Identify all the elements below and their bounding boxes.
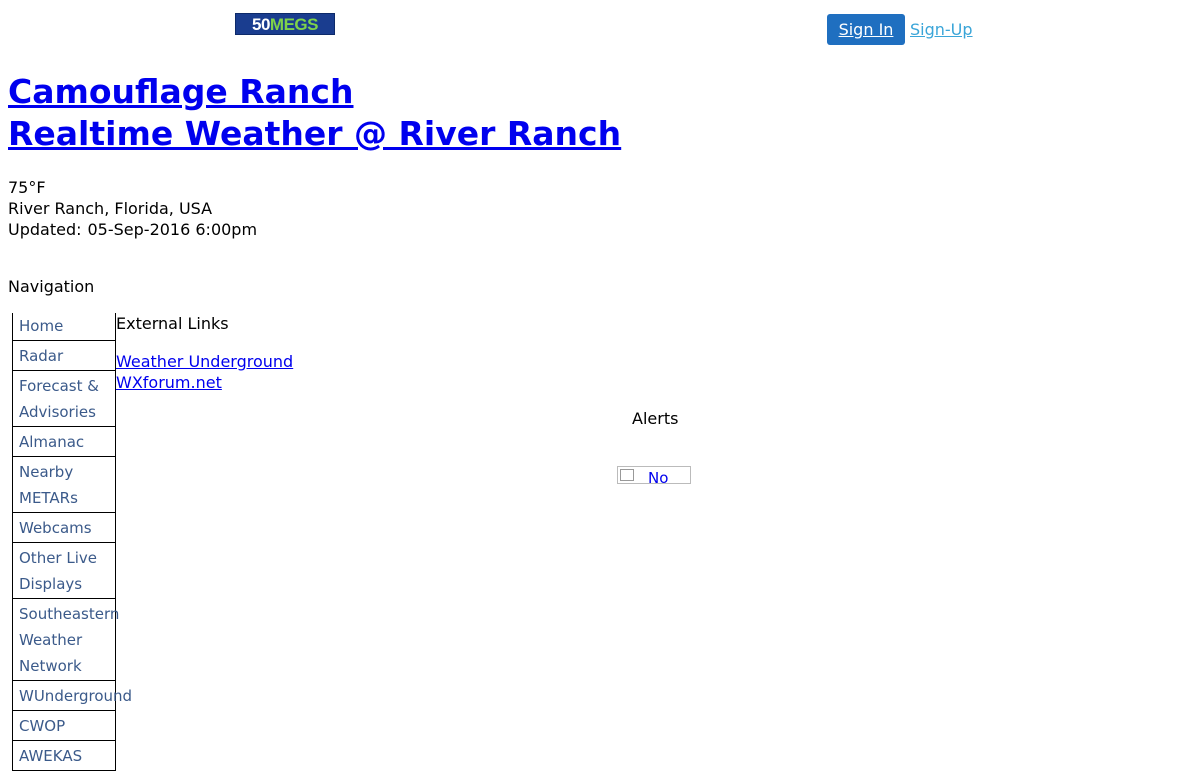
broken-image-icon bbox=[620, 469, 634, 481]
external-links-list: Weather Underground WXforum.net bbox=[116, 351, 293, 393]
navigation-menu: Home Radar Forecast & Advisories Almanac… bbox=[12, 313, 132, 771]
alerts-image-alt-text: No bbox=[648, 469, 669, 484]
nav-item-forecast[interactable]: Forecast & Advisories bbox=[13, 371, 116, 427]
nav-item-forecast-label: Forecast & Advisories bbox=[19, 377, 99, 421]
updated-value: 05-Sep-2016 6:00pm bbox=[87, 220, 258, 239]
current-conditions: 75°F River Ranch, Florida, USA Updated: 0… bbox=[8, 177, 257, 240]
updated-line: Updated: 05-Sep-2016 6:00pm bbox=[8, 219, 257, 240]
nav-item-sewn-label: Southeastern Weather Network bbox=[19, 605, 120, 675]
nav-item-awekas[interactable]: AWEKAS bbox=[13, 741, 116, 771]
nav-item-metars[interactable]: Nearby METARs bbox=[13, 457, 116, 513]
nav-item-home[interactable]: Home bbox=[13, 313, 116, 341]
nav-item-almanac[interactable]: Almanac bbox=[13, 427, 116, 457]
link-weather-underground[interactable]: Weather Underground bbox=[116, 351, 293, 372]
logo-number: 50 bbox=[252, 14, 270, 34]
nav-item-webcams[interactable]: Webcams bbox=[13, 513, 116, 543]
nav-item-radar[interactable]: Radar bbox=[13, 341, 116, 371]
alerts-broken-image[interactable]: No bbox=[617, 466, 691, 484]
page-title: Camouflage Ranch Realtime Weather @ Rive… bbox=[8, 71, 621, 155]
navigation-heading: Navigation bbox=[8, 277, 95, 296]
nav-item-cwop[interactable]: CWOP bbox=[13, 711, 116, 741]
nav-item-wunderground[interactable]: WUnderground bbox=[13, 681, 132, 711]
external-links-heading: External Links bbox=[116, 314, 229, 333]
logo-word: MEGS bbox=[269, 14, 319, 34]
link-wxforum[interactable]: WXforum.net bbox=[116, 372, 293, 393]
nav-item-other-live[interactable]: Other Live Displays bbox=[13, 543, 116, 599]
50megs-logo[interactable]: 50 MEGS bbox=[235, 13, 335, 35]
nav-item-sewn[interactable]: Southeastern Weather Network bbox=[13, 599, 120, 681]
title-link-ranch[interactable]: Camouflage Ranch bbox=[8, 71, 621, 113]
temperature-value: 75°F bbox=[8, 178, 46, 197]
updated-label: Updated: bbox=[8, 220, 82, 239]
sign-in-button[interactable]: Sign In bbox=[827, 14, 905, 45]
station-location: River Ranch, Florida, USA bbox=[8, 199, 213, 218]
alerts-heading: Alerts bbox=[632, 409, 679, 428]
sign-up-link[interactable]: Sign-Up bbox=[910, 20, 973, 39]
nav-item-other-live-label: Other Live Displays bbox=[19, 549, 97, 593]
title-link-weather[interactable]: Realtime Weather @ River Ranch bbox=[8, 113, 621, 155]
nav-item-metars-label: Nearby METARs bbox=[19, 463, 78, 507]
